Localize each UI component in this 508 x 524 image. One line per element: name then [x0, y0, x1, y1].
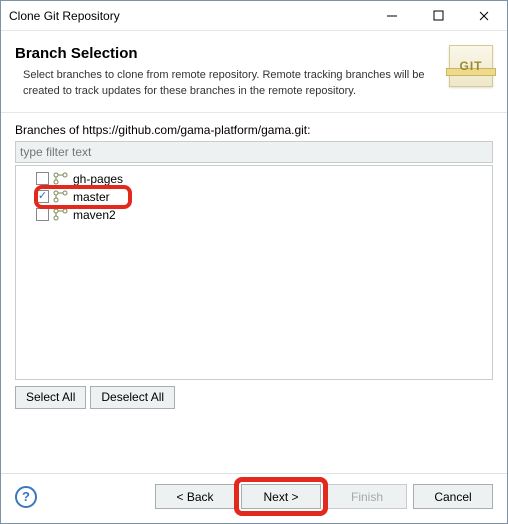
branches-label: Branches of https://github.com/gama-plat… [15, 123, 493, 137]
titlebar: Clone Git Repository [1, 1, 507, 31]
branch-item-master[interactable]: master [22, 188, 486, 206]
finish-button: Finish [327, 484, 407, 509]
branch-name: master [73, 190, 110, 204]
branch-icon [53, 190, 69, 203]
close-button[interactable] [461, 1, 507, 31]
git-logo: GIT [449, 45, 493, 87]
branch-icon [53, 208, 69, 221]
minimize-button[interactable] [369, 1, 415, 31]
branch-item-maven2[interactable]: maven2 [22, 206, 486, 224]
checkbox-icon[interactable] [36, 208, 49, 221]
cancel-button[interactable]: Cancel [413, 484, 493, 509]
back-button[interactable]: < Back [155, 484, 235, 509]
next-button[interactable]: Next > [241, 484, 321, 509]
page-title: Branch Selection [15, 45, 449, 62]
select-all-button[interactable]: Select All [15, 386, 86, 409]
page-description: Select branches to clone from remote rep… [15, 68, 449, 100]
branch-name: gh-pages [73, 172, 123, 186]
branch-icon [53, 172, 69, 185]
wizard-header: Branch Selection Select branches to clon… [1, 31, 507, 113]
checkbox-icon[interactable] [36, 190, 49, 203]
help-icon[interactable]: ? [15, 486, 37, 508]
checkbox-icon[interactable] [36, 172, 49, 185]
window-title: Clone Git Repository [9, 9, 369, 23]
branch-name: maven2 [73, 208, 116, 222]
deselect-all-button[interactable]: Deselect All [90, 386, 175, 409]
filter-input[interactable] [15, 141, 493, 163]
branch-item-gh-pages[interactable]: gh-pages [22, 170, 486, 188]
branch-tree[interactable]: gh-pages master maven2 [15, 165, 493, 380]
maximize-button[interactable] [415, 1, 461, 31]
